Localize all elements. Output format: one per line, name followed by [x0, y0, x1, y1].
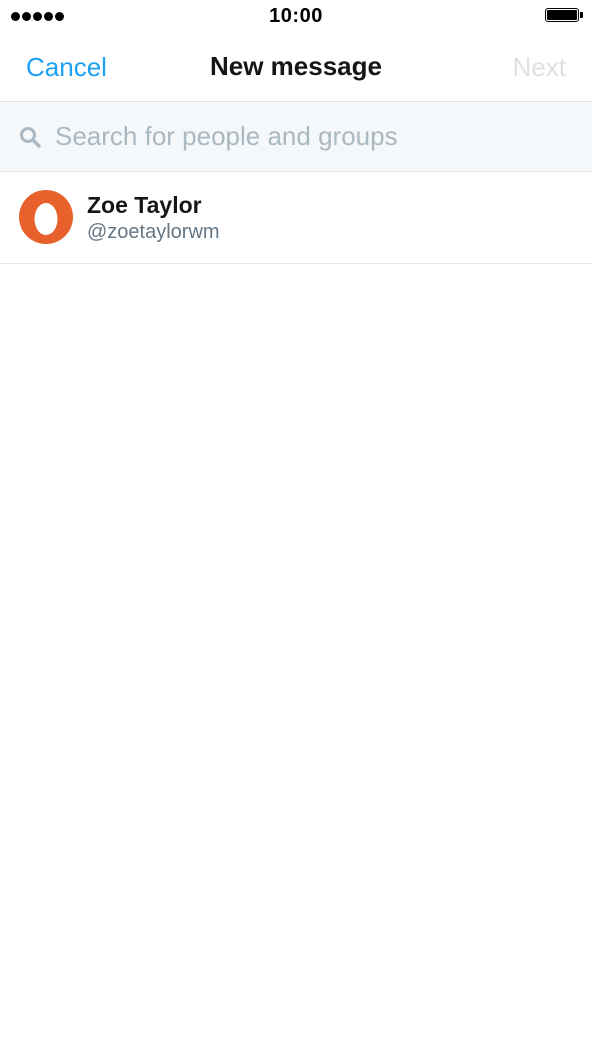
user-handle: @zoetaylorwm	[87, 221, 220, 243]
status-time: 10:00	[269, 5, 323, 27]
list-item[interactable]: Zoe Taylor @zoetaylorwm	[0, 172, 592, 264]
next-button[interactable]: Next	[513, 52, 566, 83]
navigation-bar: Cancel New message Next	[0, 34, 592, 102]
search-bar	[0, 102, 592, 172]
battery-full-icon	[545, 8, 583, 24]
search-icon	[20, 127, 41, 148]
user-name: Zoe Taylor	[87, 192, 202, 218]
search-input[interactable]	[55, 116, 565, 156]
status-bar: 10:00	[0, 0, 592, 34]
avatar	[19, 190, 73, 244]
page-title: New message	[210, 51, 382, 81]
